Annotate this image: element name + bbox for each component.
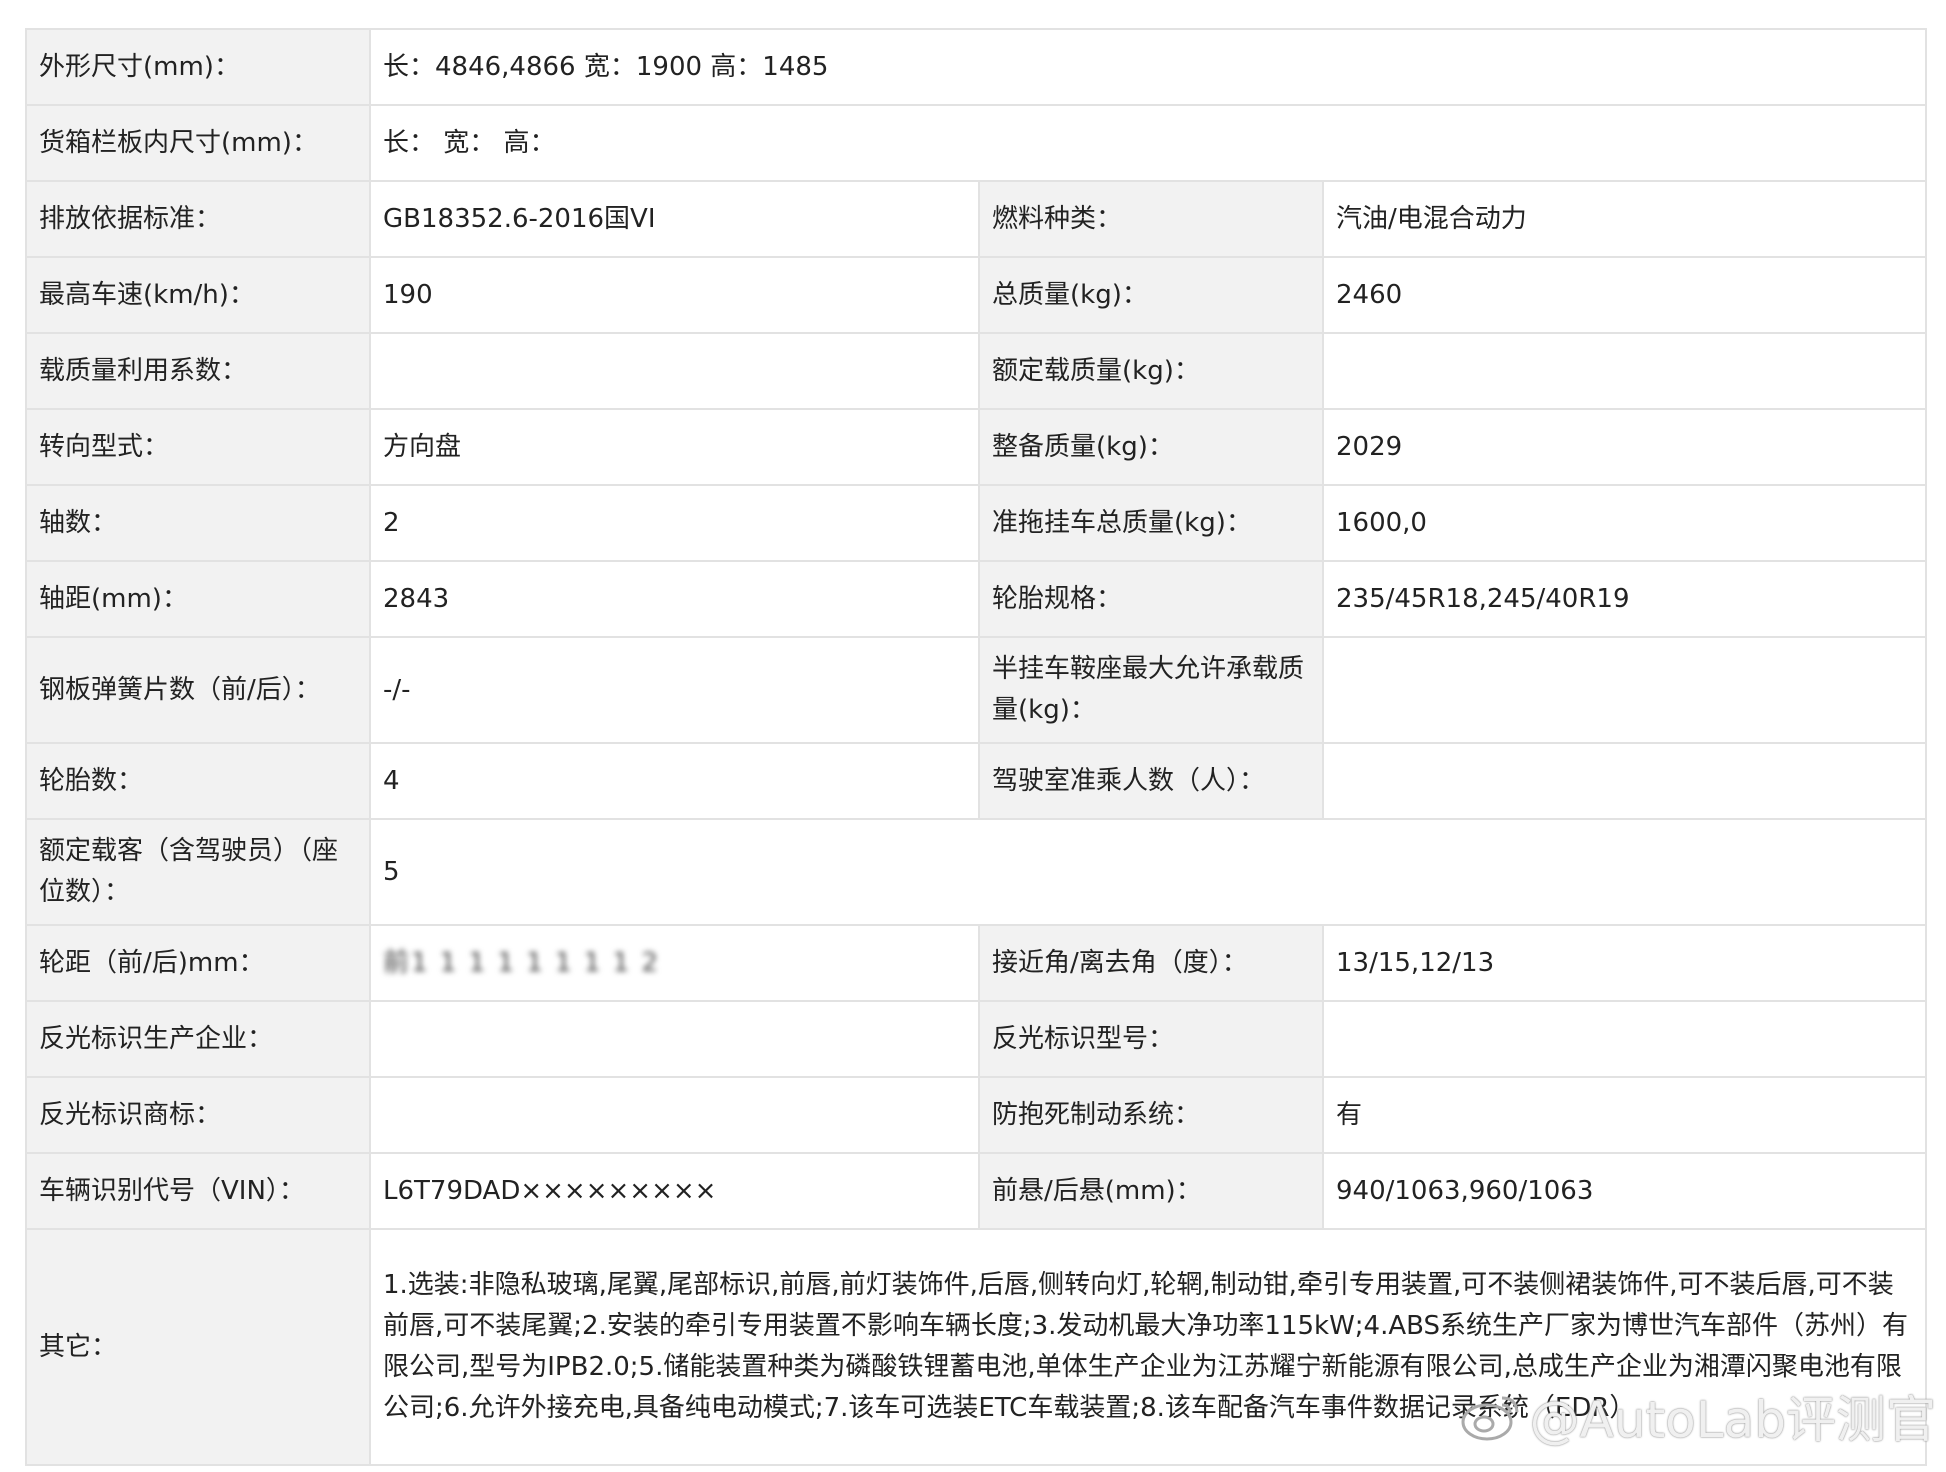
- value-load-utilization: [369, 332, 980, 410]
- value-axle-count: 2: [369, 484, 980, 562]
- label-tire-spec: 轮胎规格：: [978, 560, 1324, 638]
- label-towing-mass: 准拖挂车总质量(kg)：: [978, 484, 1324, 562]
- value-vin: L6T79DAD×××××××××: [369, 1152, 980, 1230]
- value-curb-weight: 2029: [1322, 408, 1927, 486]
- value-cab-capacity: [1322, 742, 1927, 820]
- value-steering-type: 方向盘: [369, 408, 980, 486]
- table-row: 反光标识商标： 防抱死制动系统： 有: [25, 1076, 1927, 1154]
- value-max-speed: 190: [369, 256, 980, 334]
- table-row: 轮距（前/后)mm： 前1 1 1 1 1 1 1 1 2 接近角/离去角（度）…: [25, 924, 1927, 1002]
- label-cab-capacity: 驾驶室准乘人数（人）：: [978, 742, 1324, 820]
- table-row: 排放依据标准： GB18352.6-2016国VI 燃料种类： 汽油/电混合动力: [25, 180, 1927, 258]
- table-row: 反光标识生产企业： 反光标识型号：: [25, 1000, 1927, 1078]
- weibo-icon: [1460, 1392, 1522, 1454]
- table-row: 最高车速(km/h)： 190 总质量(kg)： 2460: [25, 256, 1927, 334]
- watermark: @AutoLab评测官: [1460, 1380, 1936, 1455]
- label-approach-departure-angle: 接近角/离去角（度）：: [978, 924, 1324, 1002]
- label-other: 其它：: [25, 1228, 371, 1466]
- label-axle-count: 轴数：: [25, 484, 371, 562]
- table-row: 额定载客（含驾驶员）（座位数）： 5: [25, 818, 1927, 926]
- value-fuel-type: 汽油/电混合动力: [1322, 180, 1927, 258]
- value-towing-mass: 1600,0: [1322, 484, 1927, 562]
- label-emission-standard: 排放依据标准：: [25, 180, 371, 258]
- value-reflector-model: [1322, 1000, 1927, 1078]
- label-track-width: 轮距（前/后)mm：: [25, 924, 371, 1002]
- value-saddle-load: [1322, 636, 1927, 744]
- value-reflector-manufacturer: [369, 1000, 980, 1078]
- table-row: 轮胎数： 4 驾驶室准乘人数（人）：: [25, 742, 1927, 820]
- table-row: 转向型式： 方向盘 整备质量(kg)： 2029: [25, 408, 1927, 486]
- label-dimensions: 外形尺寸(mm)：: [25, 28, 371, 106]
- label-tire-count: 轮胎数：: [25, 742, 371, 820]
- value-overhang: 940/1063,960/1063: [1322, 1152, 1927, 1230]
- label-leaf-springs: 钢板弹簧片数（前/后）：: [25, 636, 371, 744]
- value-gross-mass: 2460: [1322, 256, 1927, 334]
- value-cargo-box-dimensions: 长： 宽： 高：: [369, 104, 1927, 182]
- label-gross-mass: 总质量(kg)：: [978, 256, 1324, 334]
- table-row: 轴数： 2 准拖挂车总质量(kg)： 1600,0: [25, 484, 1927, 562]
- label-steering-type: 转向型式：: [25, 408, 371, 486]
- label-abs: 防抱死制动系统：: [978, 1076, 1324, 1154]
- label-max-speed: 最高车速(km/h)：: [25, 256, 371, 334]
- label-rated-load: 额定载质量(kg)：: [978, 332, 1324, 410]
- value-tire-spec: 235/45R18,245/40R19: [1322, 560, 1927, 638]
- value-track-width: 前1 1 1 1 1 1 1 1 2: [369, 924, 980, 1002]
- table-row: 钢板弹簧片数（前/后）： -/- 半挂车鞍座最大允许承载质量(kg)：: [25, 636, 1927, 744]
- table-row: 外形尺寸(mm)： 长：4846,4866 宽：1900 高：1485: [25, 28, 1927, 106]
- label-fuel-type: 燃料种类：: [978, 180, 1324, 258]
- label-reflector-model: 反光标识型号：: [978, 1000, 1324, 1078]
- label-load-utilization: 载质量利用系数：: [25, 332, 371, 410]
- value-reflector-brand: [369, 1076, 980, 1154]
- label-curb-weight: 整备质量(kg)：: [978, 408, 1324, 486]
- value-leaf-springs: -/-: [369, 636, 980, 744]
- value-tire-count: 4: [369, 742, 980, 820]
- label-reflector-manufacturer: 反光标识生产企业：: [25, 1000, 371, 1078]
- label-wheelbase: 轴距(mm)：: [25, 560, 371, 638]
- label-saddle-load: 半挂车鞍座最大允许承载质量(kg)：: [978, 636, 1324, 744]
- value-rated-passengers: 5: [369, 818, 1927, 926]
- label-overhang: 前悬/后悬(mm)：: [978, 1152, 1324, 1230]
- table-row: 货箱栏板内尺寸(mm)： 长： 宽： 高：: [25, 104, 1927, 182]
- vehicle-spec-table: 外形尺寸(mm)： 长：4846,4866 宽：1900 高：1485 货箱栏板…: [25, 28, 1927, 1466]
- blurred-track-width: 前1 1 1 1 1 1 1 1 2: [383, 947, 660, 978]
- value-abs: 有: [1322, 1076, 1927, 1154]
- table-row: 载质量利用系数： 额定载质量(kg)：: [25, 332, 1927, 410]
- label-vin: 车辆识别代号（VIN）：: [25, 1152, 371, 1230]
- value-approach-departure-angle: 13/15,12/13: [1322, 924, 1927, 1002]
- label-rated-passengers: 额定载客（含驾驶员）（座位数）：: [25, 818, 371, 926]
- table-row: 轴距(mm)： 2843 轮胎规格： 235/45R18,245/40R19: [25, 560, 1927, 638]
- value-rated-load: [1322, 332, 1927, 410]
- value-emission-standard: GB18352.6-2016国VI: [369, 180, 980, 258]
- value-dimensions: 长：4846,4866 宽：1900 高：1485: [369, 28, 1927, 106]
- value-wheelbase: 2843: [369, 560, 980, 638]
- watermark-text: @AutoLab评测官: [1529, 1390, 1936, 1449]
- label-reflector-brand: 反光标识商标：: [25, 1076, 371, 1154]
- label-cargo-box-dimensions: 货箱栏板内尺寸(mm)：: [25, 104, 371, 182]
- table-row: 车辆识别代号（VIN）： L6T79DAD××××××××× 前悬/后悬(mm)…: [25, 1152, 1927, 1230]
